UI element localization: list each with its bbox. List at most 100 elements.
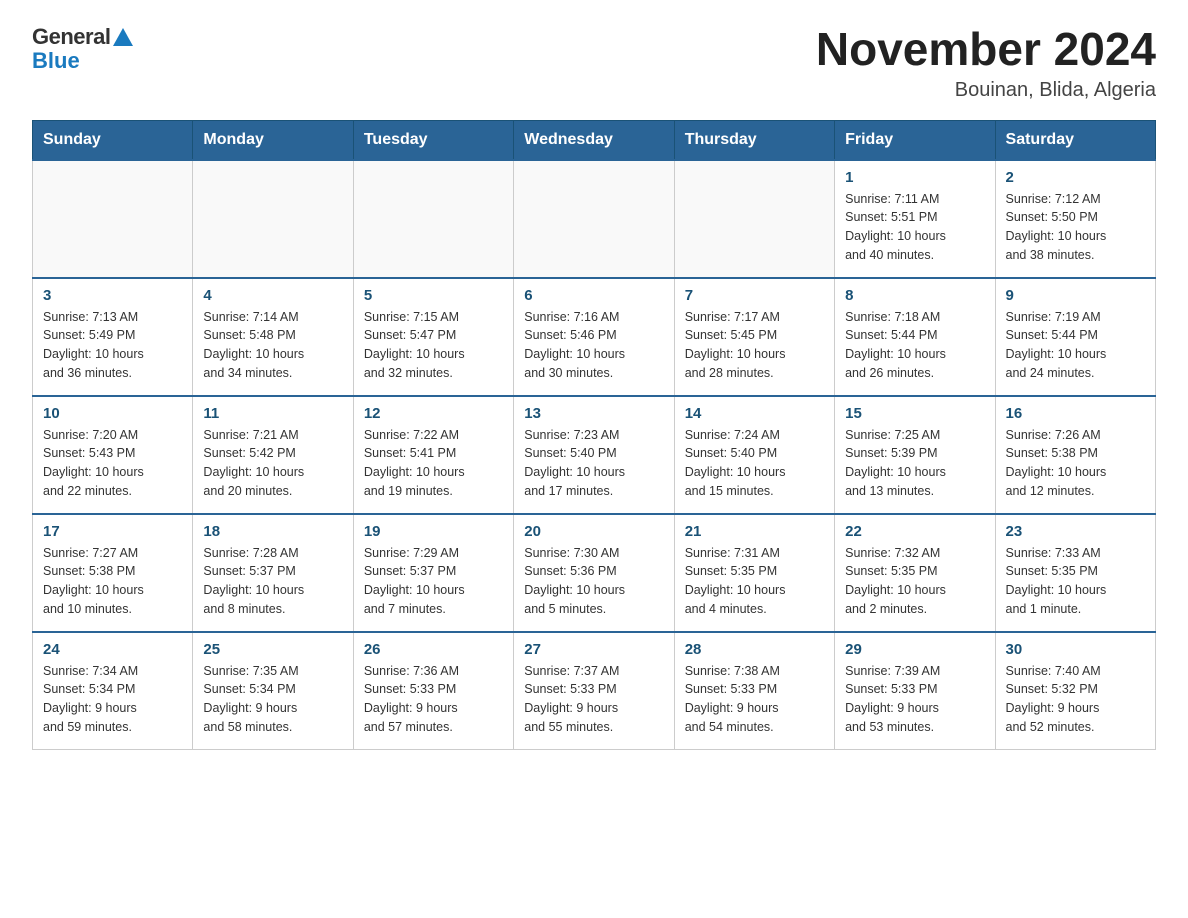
day-number: 14 — [685, 405, 824, 422]
day-number: 4 — [203, 287, 342, 304]
weekday-header-friday: Friday — [835, 120, 995, 160]
day-info: Sunrise: 7:11 AM Sunset: 5:51 PM Dayligh… — [845, 190, 984, 265]
day-info: Sunrise: 7:28 AM Sunset: 5:37 PM Dayligh… — [203, 544, 342, 619]
calendar-cell: 3Sunrise: 7:13 AM Sunset: 5:49 PM Daylig… — [33, 278, 193, 396]
day-number: 10 — [43, 405, 182, 422]
day-number: 27 — [524, 641, 663, 658]
weekday-header-thursday: Thursday — [674, 120, 834, 160]
calendar-cell: 21 Sunrise: 7:31 AM Sunset: 5:35 PM Dayli… — [674, 514, 834, 632]
day-number: 11 — [203, 405, 342, 422]
calendar-cell: 25Sunrise: 7:35 AM Sunset: 5:34 PM Dayli… — [193, 632, 353, 750]
day-number: 6 — [524, 287, 663, 304]
logo: General Blue — [32, 24, 134, 74]
calendar-cell — [33, 160, 193, 278]
page-header: General Blue November 2024 Bouinan, Blid… — [32, 24, 1156, 102]
calendar-cell — [514, 160, 674, 278]
day-info: Sunrise: 7:39 AM Sunset: 5:33 PM Dayligh… — [845, 662, 984, 737]
day-info: Sunrise: 7:34 AM Sunset: 5:34 PM Dayligh… — [43, 662, 182, 737]
day-number: 15 — [845, 405, 984, 422]
calendar-cell: 14 Sunrise: 7:24 AM Sunset: 5:40 PM Dayli… — [674, 396, 834, 514]
day-info: Sunrise: 7:32 AM Sunset: 5:35 PM Dayligh… — [845, 544, 984, 619]
day-number: 21 — [685, 523, 824, 540]
day-number: 23 — [1006, 523, 1145, 540]
calendar-cell: 1 Sunrise: 7:11 AM Sunset: 5:51 PM Daylig… — [835, 160, 995, 278]
day-number: 30 — [1006, 641, 1145, 658]
logo-general-text: General — [32, 24, 110, 50]
weekday-header-wednesday: Wednesday — [514, 120, 674, 160]
calendar-cell: 8 Sunrise: 7:18 AM Sunset: 5:44 PM Daylig… — [835, 278, 995, 396]
calendar-cell: 19 Sunrise: 7:29 AM Sunset: 5:37 PM Dayli… — [353, 514, 513, 632]
day-info: Sunrise: 7:15 AM Sunset: 5:47 PM Dayligh… — [364, 308, 503, 383]
day-number: 1 — [845, 169, 984, 186]
month-title: November 2024 — [816, 24, 1156, 75]
day-info: Sunrise: 7:33 AM Sunset: 5:35 PM Dayligh… — [1006, 544, 1145, 619]
day-info: Sunrise: 7:17 AM Sunset: 5:45 PM Dayligh… — [685, 308, 824, 383]
weekday-header-sunday: Sunday — [33, 120, 193, 160]
day-number: 22 — [845, 523, 984, 540]
calendar-cell: 9 Sunrise: 7:19 AM Sunset: 5:44 PM Daylig… — [995, 278, 1155, 396]
day-number: 12 — [364, 405, 503, 422]
calendar-cell: 28 Sunrise: 7:38 AM Sunset: 5:33 PM Dayli… — [674, 632, 834, 750]
calendar-cell: 7Sunrise: 7:17 AM Sunset: 5:45 PM Daylig… — [674, 278, 834, 396]
calendar-table: SundayMondayTuesdayWednesdayThursdayFrid… — [32, 120, 1156, 750]
day-number: 26 — [364, 641, 503, 658]
logo-blue-text: Blue — [32, 48, 80, 74]
day-number: 24 — [43, 641, 182, 658]
day-number: 16 — [1006, 405, 1145, 422]
calendar-cell: 10Sunrise: 7:20 AM Sunset: 5:43 PM Dayli… — [33, 396, 193, 514]
day-number: 28 — [685, 641, 824, 658]
day-number: 29 — [845, 641, 984, 658]
calendar-cell — [193, 160, 353, 278]
day-info: Sunrise: 7:31 AM Sunset: 5:35 PM Dayligh… — [685, 544, 824, 619]
day-info: Sunrise: 7:26 AM Sunset: 5:38 PM Dayligh… — [1006, 426, 1145, 501]
day-info: Sunrise: 7:19 AM Sunset: 5:44 PM Dayligh… — [1006, 308, 1145, 383]
calendar-cell: 30 Sunrise: 7:40 AM Sunset: 5:32 PM Dayli… — [995, 632, 1155, 750]
day-number: 2 — [1006, 169, 1145, 186]
calendar-cell — [674, 160, 834, 278]
day-info: Sunrise: 7:27 AM Sunset: 5:38 PM Dayligh… — [43, 544, 182, 619]
calendar-cell: 15 Sunrise: 7:25 AM Sunset: 5:39 PM Dayli… — [835, 396, 995, 514]
day-number: 19 — [364, 523, 503, 540]
day-info: Sunrise: 7:29 AM Sunset: 5:37 PM Dayligh… — [364, 544, 503, 619]
location-text: Bouinan, Blida, Algeria — [816, 79, 1156, 102]
calendar-cell: 11 Sunrise: 7:21 AM Sunset: 5:42 PM Dayli… — [193, 396, 353, 514]
day-number: 13 — [524, 405, 663, 422]
weekday-header-row: SundayMondayTuesdayWednesdayThursdayFrid… — [33, 120, 1156, 160]
day-info: Sunrise: 7:37 AM Sunset: 5:33 PM Dayligh… — [524, 662, 663, 737]
day-info: Sunrise: 7:38 AM Sunset: 5:33 PM Dayligh… — [685, 662, 824, 737]
week-row-2: 3Sunrise: 7:13 AM Sunset: 5:49 PM Daylig… — [33, 278, 1156, 396]
calendar-cell: 22 Sunrise: 7:32 AM Sunset: 5:35 PM Dayli… — [835, 514, 995, 632]
day-info: Sunrise: 7:14 AM Sunset: 5:48 PM Dayligh… — [203, 308, 342, 383]
calendar-cell: 18 Sunrise: 7:28 AM Sunset: 5:37 PM Dayli… — [193, 514, 353, 632]
day-info: Sunrise: 7:40 AM Sunset: 5:32 PM Dayligh… — [1006, 662, 1145, 737]
calendar-cell: 27 Sunrise: 7:37 AM Sunset: 5:33 PM Dayli… — [514, 632, 674, 750]
week-row-4: 17 Sunrise: 7:27 AM Sunset: 5:38 PM Dayli… — [33, 514, 1156, 632]
weekday-header-tuesday: Tuesday — [353, 120, 513, 160]
week-row-1: 1 Sunrise: 7:11 AM Sunset: 5:51 PM Daylig… — [33, 160, 1156, 278]
calendar-cell: 26Sunrise: 7:36 AM Sunset: 5:33 PM Dayli… — [353, 632, 513, 750]
calendar-cell: 6Sunrise: 7:16 AM Sunset: 5:46 PM Daylig… — [514, 278, 674, 396]
calendar-cell: 5Sunrise: 7:15 AM Sunset: 5:47 PM Daylig… — [353, 278, 513, 396]
day-number: 20 — [524, 523, 663, 540]
calendar-cell: 23 Sunrise: 7:33 AM Sunset: 5:35 PM Dayli… — [995, 514, 1155, 632]
calendar-cell: 24 Sunrise: 7:34 AM Sunset: 5:34 PM Dayli… — [33, 632, 193, 750]
calendar-cell: 17 Sunrise: 7:27 AM Sunset: 5:38 PM Dayli… — [33, 514, 193, 632]
calendar-cell: 20Sunrise: 7:30 AM Sunset: 5:36 PM Dayli… — [514, 514, 674, 632]
day-number: 17 — [43, 523, 182, 540]
day-number: 8 — [845, 287, 984, 304]
day-info: Sunrise: 7:21 AM Sunset: 5:42 PM Dayligh… — [203, 426, 342, 501]
day-info: Sunrise: 7:23 AM Sunset: 5:40 PM Dayligh… — [524, 426, 663, 501]
week-row-5: 24 Sunrise: 7:34 AM Sunset: 5:34 PM Dayli… — [33, 632, 1156, 750]
weekday-header-monday: Monday — [193, 120, 353, 160]
day-number: 3 — [43, 287, 182, 304]
day-number: 9 — [1006, 287, 1145, 304]
day-info: Sunrise: 7:25 AM Sunset: 5:39 PM Dayligh… — [845, 426, 984, 501]
day-info: Sunrise: 7:24 AM Sunset: 5:40 PM Dayligh… — [685, 426, 824, 501]
title-block: November 2024 Bouinan, Blida, Algeria — [816, 24, 1156, 102]
day-number: 18 — [203, 523, 342, 540]
calendar-cell — [353, 160, 513, 278]
calendar-cell: 2 Sunrise: 7:12 AM Sunset: 5:50 PM Daylig… — [995, 160, 1155, 278]
day-info: Sunrise: 7:12 AM Sunset: 5:50 PM Dayligh… — [1006, 190, 1145, 265]
weekday-header-saturday: Saturday — [995, 120, 1155, 160]
day-info: Sunrise: 7:18 AM Sunset: 5:44 PM Dayligh… — [845, 308, 984, 383]
